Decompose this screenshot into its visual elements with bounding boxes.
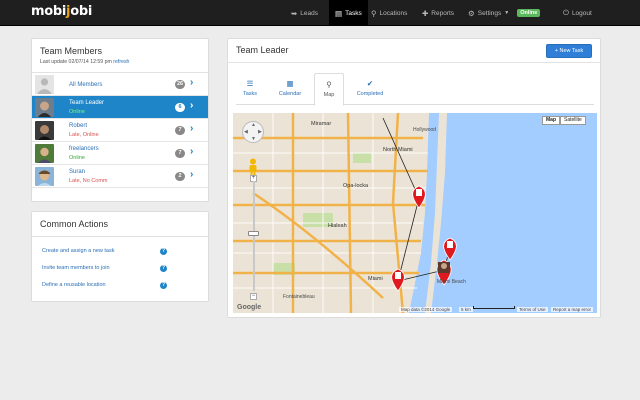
- members-list: All Members 26 › Team Leader Online 6 › …: [32, 72, 208, 188]
- member-count-badge: 7: [175, 126, 185, 135]
- team-leader-title: Team Leader: [236, 45, 289, 55]
- map-scale-label: 5 km: [459, 307, 473, 312]
- tab-calendar[interactable]: ▦ Calendar: [272, 73, 308, 105]
- team-leader-panel: Team Leader + New Task ☰ Tasks ▦ Calenda…: [227, 38, 601, 318]
- create-task-link[interactable]: Create and assign a new task: [42, 248, 114, 254]
- street-view-pegman-icon[interactable]: [247, 158, 259, 176]
- define-location-link[interactable]: Define a reusable location: [42, 282, 106, 288]
- forward-arrow-icon: ➥: [291, 8, 298, 18]
- list-icon: ☰: [246, 79, 254, 88]
- help-icon[interactable]: ?: [160, 265, 167, 272]
- nav-settings[interactable]: ⚙ Settings ▼ Online: [468, 0, 541, 26]
- map-label-north-miami: North Miami: [383, 147, 413, 153]
- team-members-title: Team Members: [40, 46, 103, 56]
- chevron-right-icon: ›: [190, 123, 194, 134]
- map-type-satellite-button[interactable]: Satellite: [560, 116, 586, 125]
- member-status: Online: [69, 155, 85, 161]
- brand-logo[interactable]: mobijobi: [31, 4, 92, 19]
- chevron-right-icon: ›: [190, 169, 194, 180]
- zoom-out-button[interactable]: −: [250, 293, 257, 300]
- member-row-team-leader[interactable]: Team Leader Online 6 ›: [32, 96, 208, 119]
- map-label-hollywood: Hollywood: [413, 127, 437, 133]
- help-icon[interactable]: ?: [160, 248, 167, 255]
- avatar: [35, 98, 54, 117]
- pan-up-icon: ▲: [251, 122, 256, 128]
- report-map-error-link[interactable]: Report a map error: [551, 307, 594, 312]
- top-navbar: mobijobi ➥ Leads ▤ Tasks ⚲ Locations ✚ Repor…: [0, 0, 640, 26]
- avatar: [35, 167, 54, 186]
- map-attribution: Map data ©2014 Google: [399, 307, 453, 312]
- member-row-all-members[interactable]: All Members 26 ›: [32, 73, 208, 96]
- terms-of-use-link[interactable]: Terms of Use: [517, 307, 548, 312]
- new-task-button[interactable]: + New Task: [546, 44, 592, 58]
- member-count-badge: 6: [175, 103, 185, 112]
- member-name: Team Leader: [69, 100, 105, 106]
- member-count-badge: 7: [175, 149, 185, 158]
- avatar: [35, 121, 54, 140]
- last-update: Last update 02/07/14 12:59 pm refresh: [40, 59, 130, 65]
- nav-leads[interactable]: ➥ Leads: [291, 0, 318, 26]
- member-row-freelancers[interactable]: freelancers Online 7 ›: [32, 142, 208, 165]
- map-label-hialeah: Hialeah: [328, 223, 347, 229]
- gear-icon: ⚙: [468, 8, 475, 18]
- common-actions-panel: Common Actions Create and assign a new t…: [31, 211, 209, 302]
- member-row-suran[interactable]: Suran Late, No Comm 2 ›: [32, 165, 208, 188]
- pan-right-icon: ▶: [258, 129, 262, 135]
- map-scale-bar: [473, 306, 515, 309]
- map-label-opa-locka: Opa-locka: [343, 183, 369, 189]
- member-name: Robert: [69, 123, 88, 129]
- invite-members-link[interactable]: Invite team members to join: [42, 265, 110, 271]
- member-status: Online: [69, 109, 85, 115]
- nav-tasks[interactable]: ▤ Tasks: [329, 0, 368, 26]
- chevron-right-icon: ›: [190, 100, 194, 111]
- map-label-miami-beach: Miami Beach: [437, 279, 466, 285]
- tab-tasks[interactable]: ☰ Tasks: [236, 73, 264, 105]
- online-status-badge: Online: [517, 9, 541, 17]
- member-name: freelancers: [69, 146, 99, 152]
- caret-down-icon: ▼: [504, 10, 510, 16]
- refresh-link[interactable]: refresh: [113, 59, 129, 65]
- member-count-badge: 2: [175, 172, 185, 181]
- tasks-icon: ▤: [335, 8, 343, 18]
- nav-logout[interactable]: ⏻ Logout: [563, 0, 592, 26]
- divider: [228, 62, 600, 63]
- map-label-fontainebleau: Fontainebleau: [283, 294, 315, 300]
- tab-completed[interactable]: ✔ Completed: [350, 73, 390, 105]
- avatar-placeholder: [35, 75, 54, 94]
- pan-down-icon: ▼: [251, 136, 256, 142]
- tab-map[interactable]: ⚲ Map: [314, 73, 344, 106]
- nav-reports[interactable]: ✚ Reports: [422, 0, 454, 26]
- nav-locations[interactable]: ⚲ Locations: [371, 0, 407, 26]
- map-pan-control[interactable]: ▲ ◀ ▶ ▼: [242, 121, 264, 143]
- zoom-slider-thumb[interactable]: [248, 231, 259, 236]
- plus-icon: ✚: [422, 8, 429, 18]
- logout-icon: ⏻: [563, 8, 569, 17]
- member-row-robert[interactable]: Robert Late, Online 7 ›: [32, 119, 208, 142]
- team-members-panel: Team Members Last update 02/07/14 12:59 …: [31, 38, 209, 202]
- map-label-miami: Miami: [368, 276, 383, 282]
- chevron-right-icon: ›: [190, 77, 194, 88]
- view-tabs: ☰ Tasks ▦ Calendar ⚲ Map ✔ Completed: [236, 73, 594, 106]
- map-label-miramar: Miramar: [311, 121, 332, 127]
- chevron-right-icon: ›: [190, 146, 194, 157]
- map-marker-icon: ⚲: [326, 80, 332, 89]
- google-logo[interactable]: Google: [237, 304, 261, 311]
- calendar-icon: ▦: [286, 79, 294, 88]
- member-status: Late, Online: [69, 132, 99, 138]
- map-view[interactable]: Miramar North Miami Opa-locka Hialeah Mi…: [233, 113, 597, 313]
- common-actions-title: Common Actions: [40, 219, 109, 229]
- divider: [32, 236, 208, 237]
- member-name: All Members: [69, 82, 103, 88]
- map-canvas: [233, 113, 597, 313]
- checkmark-icon: ✔: [366, 79, 374, 88]
- help-icon[interactable]: ?: [160, 282, 167, 289]
- member-count-badge: 26: [175, 80, 186, 89]
- zoom-track: [252, 181, 255, 291]
- member-status: Late, No Comm: [69, 178, 108, 184]
- map-marker-icon: ⚲: [371, 8, 377, 18]
- map-type-map-button[interactable]: Map: [542, 116, 560, 125]
- avatar: [35, 144, 54, 163]
- pan-left-icon: ◀: [244, 129, 248, 135]
- member-name: Suran: [69, 169, 86, 175]
